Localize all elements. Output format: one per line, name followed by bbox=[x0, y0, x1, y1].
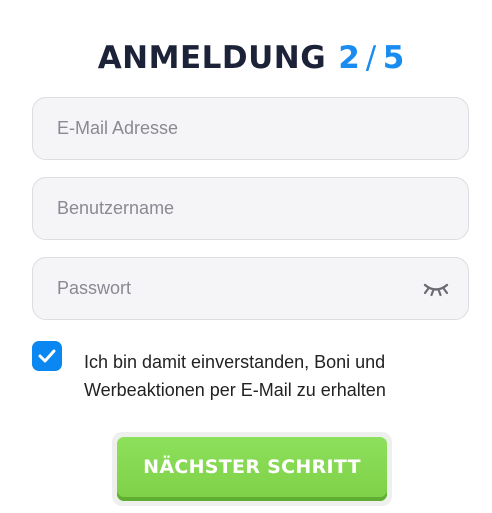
password-field[interactable] bbox=[33, 258, 468, 319]
registration-form: ANMELDUNG 2/5 Ich bin damit einverstanden… bbox=[0, 0, 492, 513]
username-field-container bbox=[32, 177, 469, 240]
eye-closed-icon[interactable] bbox=[422, 280, 450, 298]
email-field-container bbox=[32, 97, 469, 160]
step-current: 2 bbox=[338, 40, 360, 76]
email-field[interactable] bbox=[33, 98, 468, 159]
step-separator: / bbox=[365, 40, 377, 76]
password-field-container bbox=[32, 257, 469, 320]
username-field[interactable] bbox=[33, 178, 468, 239]
next-step-button[interactable]: NÄCHSTER SCHRITT bbox=[117, 437, 387, 501]
consent-label: Ich bin damit einverstanden, Boni und We… bbox=[84, 352, 386, 400]
step-total: 5 bbox=[382, 40, 405, 76]
next-step-button-frame: NÄCHSTER SCHRITT bbox=[112, 432, 392, 506]
checkmark-icon bbox=[38, 349, 56, 363]
consent-checkbox[interactable] bbox=[32, 341, 62, 371]
page-title: ANMELDUNG 2/5 bbox=[0, 40, 492, 76]
title-text: ANMELDUNG bbox=[97, 40, 327, 76]
